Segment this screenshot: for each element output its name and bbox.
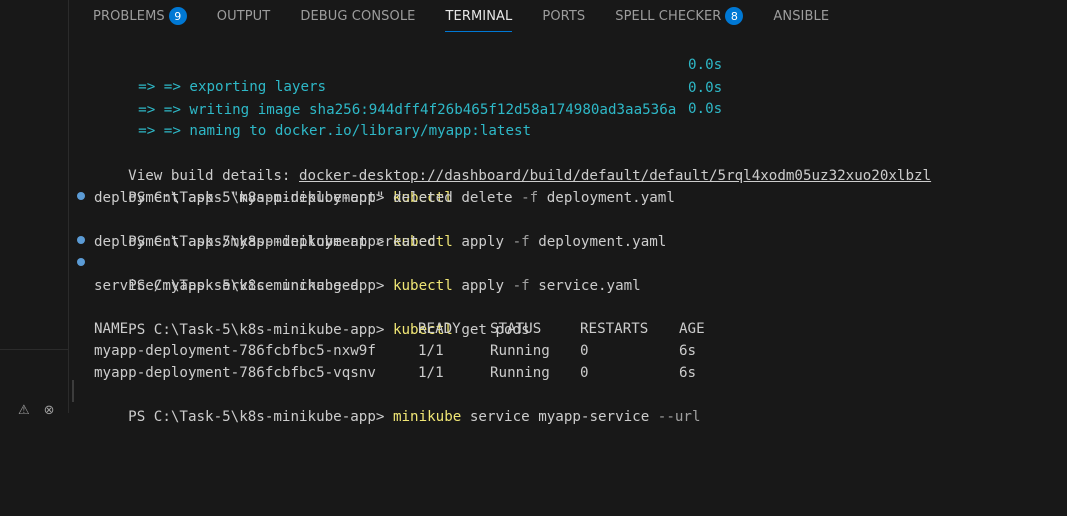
output-created: deployment.apps/myapp-deployment created [94, 234, 436, 250]
command-line: PS C:\Task-5\k8s-minikube-app> kubectl a… [94, 253, 641, 294]
prompt: PS C:\Task-5\k8s-minikube-app> [128, 409, 393, 425]
build-line-exporting: => => exporting layers [104, 54, 326, 95]
pod-name: myapp-deployment-786fcbfbc5-nxw9f [94, 343, 376, 359]
pod-restarts: 0 [580, 365, 589, 381]
command-args: delete [461, 190, 513, 206]
build-line-naming: => => naming to docker.io/library/myapp:… [104, 98, 531, 139]
table-header-ready: READY [418, 321, 461, 337]
command-args: apply [461, 234, 505, 250]
command-status-dot[interactable] [77, 236, 85, 244]
tab-label: DEBUG CONSOLE [300, 8, 416, 24]
table-header-age: AGE [679, 321, 705, 337]
side-panel-strip: ⚠⊗ [0, 0, 69, 418]
tab-label: ANSIBLE [773, 8, 830, 24]
status-icons: ⚠⊗ [18, 403, 69, 418]
command-line: PS C:\Task-5\k8s-minikube-app> kubectl d… [94, 165, 675, 206]
terminal-scroll-marker [72, 380, 74, 402]
command-file: deployment.yaml [538, 234, 667, 250]
spell-checker-count-badge: 8 [725, 7, 744, 25]
output-unchanged: service/myapp-service unchanged [94, 278, 359, 294]
command-status-dot[interactable] [77, 258, 85, 266]
build-time-writing: 0.0s [688, 80, 723, 96]
tab-problems[interactable]: PROBLEMS 9 [93, 0, 187, 32]
tab-ports[interactable]: PORTS [542, 0, 585, 32]
build-details-line: View build details: docker-desktop://das… [94, 143, 931, 184]
command-flag: -f [521, 190, 539, 206]
table-header-name: NAME [94, 321, 129, 337]
pod-age: 6s [679, 343, 697, 359]
pod-ready: 1/1 [418, 365, 444, 381]
build-time-naming: 0.0s [688, 101, 723, 117]
command-args: service myapp-service [469, 409, 650, 425]
command-line: PS C:\Task-5\k8s-minikube-app> kubectl a… [94, 209, 666, 250]
problems-count-badge: 9 [168, 7, 187, 25]
pod-ready: 1/1 [418, 343, 444, 359]
tab-label: TERMINAL [445, 8, 513, 24]
command-file: service.yaml [538, 278, 641, 294]
table-row: myapp-deployment-786fcbfbc5-vqsnv 1/1 Ru… [94, 362, 794, 384]
tab-label: PORTS [542, 8, 586, 24]
pods-table-header: NAME READY STATUS RESTARTS AGE [94, 318, 794, 340]
tab-spell-checker[interactable]: SPELL CHECKER 8 [615, 0, 744, 32]
command-flag: -f [512, 234, 530, 250]
command-name: minikube [392, 409, 462, 425]
tab-debug-console[interactable]: DEBUG CONSOLE [300, 0, 415, 32]
panel-divider [0, 349, 68, 350]
pod-status: Running [490, 343, 550, 359]
tab-label: SPELL CHECKER [615, 8, 722, 24]
build-step-text: => => naming to docker.io/library/myapp:… [138, 123, 532, 139]
pod-name: myapp-deployment-786fcbfbc5-vqsnv [94, 365, 376, 381]
command-line: PS C:\Task-5\k8s-minikube-app> kubectl g… [94, 297, 529, 338]
tab-terminal[interactable]: TERMINAL [445, 0, 513, 32]
tab-ansible[interactable]: ANSIBLE [773, 0, 829, 32]
table-header-restarts: RESTARTS [580, 321, 649, 337]
tab-output[interactable]: OUTPUT [217, 0, 271, 32]
table-header-status: STATUS [490, 321, 542, 337]
tab-label: OUTPUT [216, 8, 271, 24]
output-deleted: deployment.apps "myapp-deployment" delet… [94, 190, 453, 206]
build-line-writing: => => writing image sha256:944dff4f26b46… [104, 77, 676, 118]
table-row: myapp-deployment-786fcbfbc5-nxw9f 1/1 Ru… [94, 340, 794, 362]
command-flag: --url [657, 409, 701, 425]
command-status-dot[interactable] [77, 192, 85, 200]
command-name: kubectl [392, 278, 453, 294]
pod-restarts: 0 [580, 343, 589, 359]
pod-status: Running [490, 365, 550, 381]
command-line: PS C:\Task-5\k8s-minikube-app> minikube … [94, 384, 700, 425]
tab-label: PROBLEMS [93, 8, 165, 24]
command-file: deployment.yaml [546, 190, 675, 206]
build-time-exporting: 0.0s [688, 57, 723, 73]
pod-age: 6s [679, 365, 697, 381]
command-args: apply [461, 278, 505, 294]
command-flag: -f [512, 278, 530, 294]
terminal-output[interactable]: => => exporting layers 0.0s => => writin… [69, 34, 1067, 425]
panel-tabbar: PROBLEMS 9 OUTPUT DEBUG CONSOLE TERMINAL… [69, 0, 1067, 34]
